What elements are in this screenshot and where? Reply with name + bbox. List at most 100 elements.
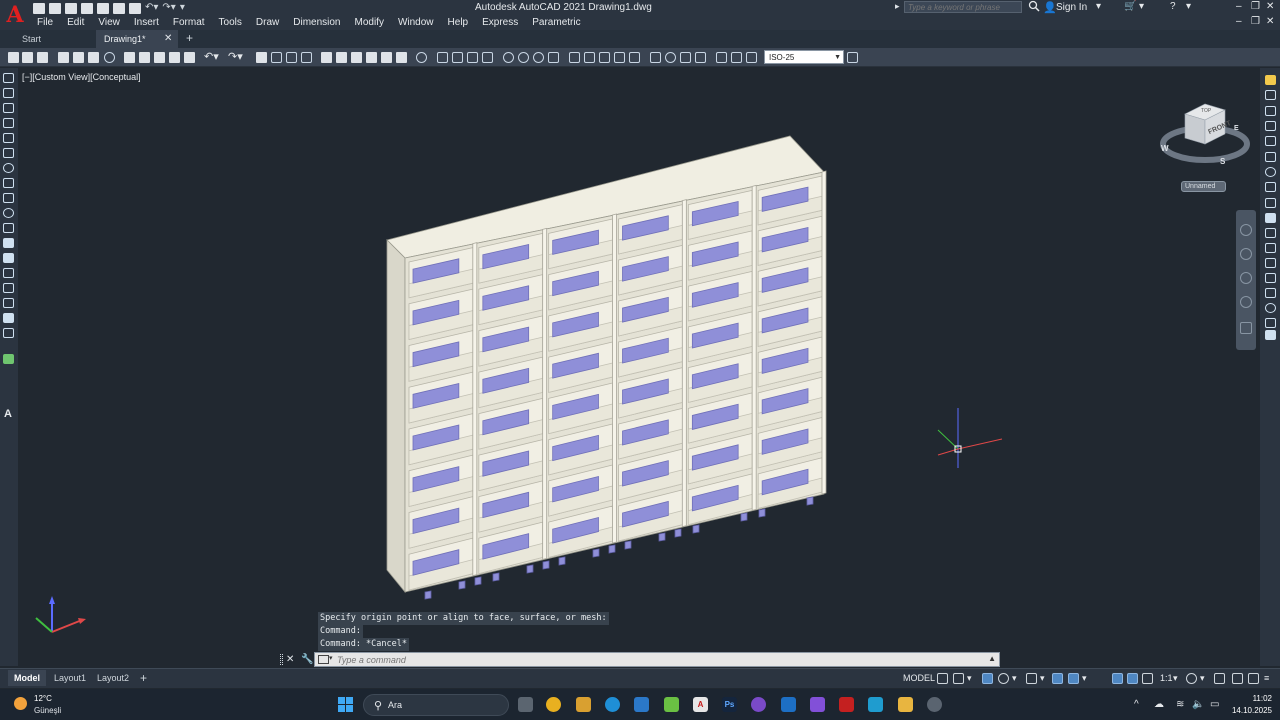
customize-qat-icon[interactable]: ▾ xyxy=(180,2,185,14)
chevron-down-icon[interactable]: ▾ xyxy=(1082,673,1093,684)
chevron-down-icon[interactable]: ▾ xyxy=(967,673,978,684)
open-icon[interactable] xyxy=(22,52,33,63)
dimension-update-icon[interactable] xyxy=(746,52,757,63)
menu-modify[interactable]: Modify xyxy=(348,16,391,29)
sign-in-button[interactable]: Sign In xyxy=(1056,2,1087,13)
windows-start-icon[interactable] xyxy=(338,697,354,713)
dropdown-icon[interactable]: ▾ xyxy=(1096,1,1101,12)
inspection-icon[interactable] xyxy=(680,52,691,63)
drawing-viewport[interactable]: [−][Custom View][Conceptual] xyxy=(18,68,1260,666)
new-file-icon[interactable] xyxy=(33,2,45,14)
chamfer-icon[interactable] xyxy=(1265,288,1276,298)
doc-close-icon[interactable]: ✕ xyxy=(1266,16,1274,27)
radius-dimension-icon[interactable] xyxy=(503,52,514,63)
pan-icon[interactable] xyxy=(1240,248,1252,260)
snap-icon[interactable] xyxy=(953,673,964,684)
revision-cloud-icon[interactable] xyxy=(3,178,14,188)
3d-app-icon[interactable] xyxy=(868,697,883,712)
design-center-icon[interactable] xyxy=(336,52,347,63)
wifi-icon[interactable]: ≋ xyxy=(1176,699,1184,710)
chevron-down-icon[interactable]: ▾ xyxy=(1173,673,1184,684)
showmotion-icon[interactable] xyxy=(1240,322,1252,334)
help-icon[interactable] xyxy=(416,52,427,63)
customize-icon[interactable]: 🔧 xyxy=(301,654,313,665)
camtasia-icon[interactable] xyxy=(664,697,679,712)
tray-expand-icon[interactable]: ^ xyxy=(1134,699,1139,710)
new-tab-button[interactable]: + xyxy=(186,30,193,47)
linear-dimension-icon[interactable] xyxy=(437,52,448,63)
viewcube[interactable]: TOP FRONT W S E xyxy=(1150,96,1260,176)
trim-icon[interactable] xyxy=(1265,213,1276,223)
break-icon[interactable] xyxy=(1265,258,1276,268)
annotation-scale-icon[interactable] xyxy=(1142,673,1153,684)
isometric-icon[interactable] xyxy=(1026,673,1037,684)
hatch-icon[interactable] xyxy=(3,283,14,293)
offset-icon[interactable] xyxy=(1265,121,1276,131)
tolerance-icon[interactable] xyxy=(650,52,661,63)
construction-line-icon[interactable] xyxy=(3,88,14,98)
polyline-icon[interactable] xyxy=(3,103,14,113)
dimension-break-icon[interactable] xyxy=(629,52,640,63)
photoshop-icon[interactable]: Ps xyxy=(722,697,737,712)
line-icon[interactable] xyxy=(3,73,14,83)
add-selected-icon[interactable] xyxy=(3,354,14,364)
join-icon[interactable] xyxy=(1265,273,1276,283)
arc-icon[interactable] xyxy=(3,148,14,158)
menu-express[interactable]: Express xyxy=(475,16,525,29)
save-icon[interactable] xyxy=(65,2,77,14)
cut-icon[interactable] xyxy=(124,52,135,63)
battery-icon[interactable]: ▭ xyxy=(1210,699,1219,710)
copilot-icon[interactable] xyxy=(751,697,766,712)
dropdown-icon[interactable]: ▾ xyxy=(1139,1,1144,12)
rectangle-icon[interactable] xyxy=(3,133,14,143)
weather-condition[interactable]: Güneşli xyxy=(34,706,61,715)
dimension-space-icon[interactable] xyxy=(614,52,625,63)
dimension-edit-icon[interactable] xyxy=(716,52,727,63)
menu-draw[interactable]: Draw xyxy=(249,16,286,29)
extend-icon[interactable] xyxy=(1265,228,1276,238)
gradient-icon[interactable] xyxy=(3,298,14,308)
orbit-icon[interactable] xyxy=(1240,296,1252,308)
plot-icon[interactable] xyxy=(58,52,69,63)
open-file-icon[interactable] xyxy=(49,2,61,14)
save-web-icon[interactable] xyxy=(113,2,125,14)
grid-icon[interactable] xyxy=(937,673,948,684)
clean-screen-icon[interactable] xyxy=(1248,673,1259,684)
copy-object-icon[interactable] xyxy=(1265,90,1276,100)
3d-print-icon[interactable] xyxy=(104,52,115,63)
search-icon[interactable] xyxy=(1028,0,1040,13)
region-icon[interactable] xyxy=(3,313,14,323)
dimension-text-edit-icon[interactable] xyxy=(731,52,742,63)
aligned-dimension-icon[interactable] xyxy=(452,52,463,63)
open-web-icon[interactable] xyxy=(97,2,109,14)
workspace-gear-icon[interactable] xyxy=(1186,673,1197,684)
isolate-objects-icon[interactable] xyxy=(1232,673,1243,684)
stretch-icon[interactable] xyxy=(1265,198,1276,208)
object-snap-tracking-icon[interactable] xyxy=(1052,673,1063,684)
diameter-dimension-icon[interactable] xyxy=(533,52,544,63)
menu-tools[interactable]: Tools xyxy=(212,16,249,29)
angular-dimension-icon[interactable] xyxy=(548,52,559,63)
cart-icon[interactable]: 🛒 xyxy=(1124,1,1136,12)
polar-tracking-icon[interactable] xyxy=(998,673,1009,684)
center-mark-icon[interactable] xyxy=(665,52,676,63)
ucs-menu[interactable]: Unnamed xyxy=(1181,181,1226,192)
move-icon[interactable] xyxy=(1265,152,1276,162)
paste-icon[interactable] xyxy=(154,52,165,63)
command-line-grip[interactable] xyxy=(280,654,283,665)
zoom-realtime-icon[interactable] xyxy=(271,52,282,63)
plot-icon[interactable] xyxy=(129,2,141,14)
table-icon[interactable] xyxy=(3,328,14,338)
chevron-down-icon[interactable]: ▾ xyxy=(1012,673,1023,684)
weather-temperature[interactable]: 12°C xyxy=(34,694,52,703)
zoom-window-icon[interactable] xyxy=(286,52,297,63)
blend-curves-icon[interactable] xyxy=(1265,318,1276,328)
task-view-icon[interactable] xyxy=(518,697,533,712)
model-space-toggle[interactable]: MODEL xyxy=(903,673,935,683)
chevron-down-icon[interactable]: ▾ xyxy=(1200,673,1211,684)
polygon-icon[interactable] xyxy=(3,118,14,128)
mirror-icon[interactable] xyxy=(1265,106,1276,116)
menu-edit[interactable]: Edit xyxy=(60,16,91,29)
dropdown-icon[interactable]: ▾ xyxy=(1186,1,1191,12)
tab-start[interactable]: Start xyxy=(14,30,94,48)
